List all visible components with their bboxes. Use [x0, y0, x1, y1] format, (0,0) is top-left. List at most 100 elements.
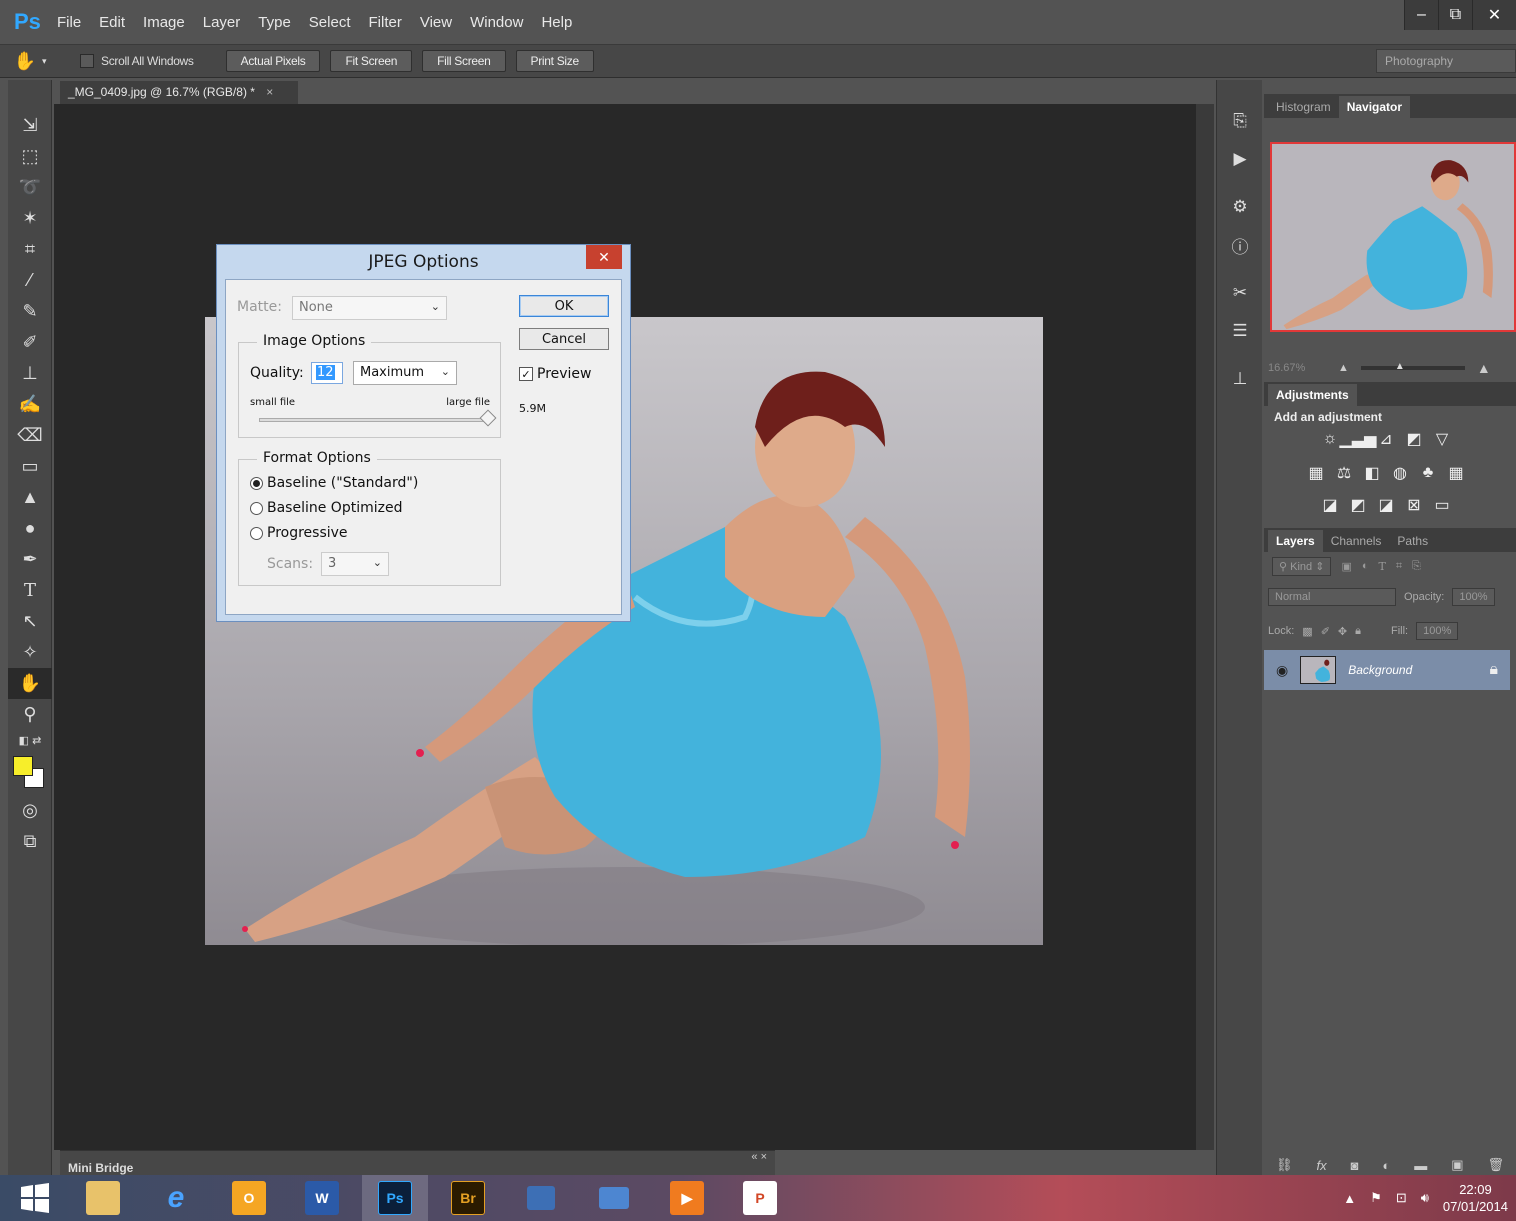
- lock-position-icon[interactable]: ✥: [1338, 625, 1347, 638]
- brush-panel-icon[interactable]: ✂: [1217, 274, 1263, 312]
- photo-filter-icon[interactable]: ◍: [1390, 464, 1410, 482]
- gradient-tool-icon[interactable]: ▭: [8, 451, 52, 482]
- foreground-color-swatch[interactable]: [13, 756, 33, 776]
- matte-select[interactable]: None ⌄: [292, 296, 447, 320]
- menu-help[interactable]: Help: [532, 14, 581, 31]
- delete-layer-icon[interactable]: 🗑︎: [1487, 1157, 1504, 1173]
- menu-filter[interactable]: Filter: [360, 14, 411, 31]
- close-document-icon[interactable]: ×: [266, 85, 273, 99]
- taskbar-powerpoint[interactable]: P: [727, 1175, 793, 1221]
- fill-screen-button[interactable]: Fill Screen: [422, 50, 506, 72]
- curves-icon[interactable]: ⊿: [1376, 430, 1396, 448]
- quality-input[interactable]: 12: [311, 362, 343, 384]
- hand-tool-icon[interactable]: ✋: [8, 668, 52, 699]
- navigator-zoom-value[interactable]: 16.67%: [1268, 362, 1338, 374]
- move-tool-icon[interactable]: ⇲: [8, 110, 52, 141]
- actions-panel-icon[interactable]: ▶: [1217, 140, 1263, 178]
- baseline-optimized-radio[interactable]: Baseline Optimized: [250, 500, 402, 516]
- taskbar-outlook[interactable]: O: [216, 1175, 282, 1221]
- taskbar-file-explorer[interactable]: [70, 1175, 136, 1221]
- lock-all-icon[interactable]: 🔒︎: [1355, 625, 1361, 638]
- clone-stamp-tool-icon[interactable]: ⊥: [8, 358, 52, 389]
- properties-panel-icon[interactable]: ⚙: [1217, 188, 1263, 226]
- history-brush-tool-icon[interactable]: ✍: [8, 389, 52, 420]
- new-layer-icon[interactable]: ▣: [1451, 1157, 1463, 1173]
- brightness-contrast-icon[interactable]: ☼: [1320, 430, 1340, 448]
- close-window-button[interactable]: ✕: [1472, 0, 1516, 30]
- menu-image[interactable]: Image: [134, 14, 194, 31]
- quality-preset-select[interactable]: Maximum ⌄: [353, 361, 457, 385]
- lock-transparent-icon[interactable]: ▩: [1302, 625, 1312, 638]
- quick-mask-icon[interactable]: ◎: [8, 795, 52, 826]
- menu-select[interactable]: Select: [300, 14, 360, 31]
- lock-image-icon[interactable]: ✐: [1321, 625, 1330, 638]
- menu-view[interactable]: View: [411, 14, 461, 31]
- baseline-standard-radio[interactable]: Baseline ("Standard"): [250, 475, 418, 491]
- dialog-close-button[interactable]: ✕: [586, 245, 622, 269]
- screen-mode-icon[interactable]: ⧉: [8, 826, 52, 857]
- taskbar-explorer-window[interactable]: [581, 1175, 647, 1221]
- taskbar-network[interactable]: [508, 1175, 574, 1221]
- new-group-icon[interactable]: ▬: [1414, 1158, 1427, 1173]
- mini-bridge-label[interactable]: Mini Bridge: [68, 1161, 133, 1175]
- restore-button[interactable]: ⧉: [1438, 0, 1472, 30]
- filter-type-icon[interactable]: T: [1379, 560, 1386, 573]
- show-hidden-icons-icon[interactable]: ▲: [1343, 1191, 1356, 1206]
- network-status-icon[interactable]: ⊡: [1396, 1190, 1407, 1206]
- gradient-map-icon[interactable]: ▭: [1432, 496, 1452, 514]
- add-mask-icon[interactable]: ◙: [1351, 1158, 1359, 1173]
- taskbar-photoshop[interactable]: Ps: [362, 1175, 428, 1221]
- taskbar-internet-explorer[interactable]: e: [143, 1175, 209, 1221]
- scroll-all-windows-option[interactable]: Scroll All Windows: [80, 54, 194, 68]
- tab-layers[interactable]: Layers: [1268, 530, 1323, 552]
- quality-slider-track[interactable]: [259, 409, 497, 427]
- swap-colors-icon[interactable]: ◧ ⇄: [8, 730, 52, 750]
- channel-mixer-icon[interactable]: ♣: [1418, 464, 1438, 482]
- hue-saturation-icon[interactable]: ▦: [1306, 464, 1326, 482]
- layer-kind-filter[interactable]: ⚲ Kind ⇕: [1272, 556, 1332, 576]
- clock[interactable]: 22:09 07/01/2014: [1443, 1181, 1508, 1215]
- healing-brush-tool-icon[interactable]: ✎: [8, 296, 52, 327]
- eyedropper-tool-icon[interactable]: ⁄: [8, 265, 52, 296]
- tab-channels[interactable]: Channels: [1323, 530, 1390, 552]
- blur-tool-icon[interactable]: ▲: [8, 482, 52, 513]
- scroll-all-windows-checkbox[interactable]: [80, 54, 94, 68]
- menu-layer[interactable]: Layer: [194, 14, 250, 31]
- shape-tool-icon[interactable]: ✧: [8, 637, 52, 668]
- type-tool-icon[interactable]: T: [8, 575, 52, 606]
- marquee-tool-icon[interactable]: ⬚: [8, 141, 52, 172]
- ok-button[interactable]: OK: [519, 295, 609, 317]
- dodge-tool-icon[interactable]: ●: [8, 513, 52, 544]
- menu-edit[interactable]: Edit: [90, 14, 134, 31]
- navigator-preview[interactable]: [1270, 142, 1516, 332]
- minimize-button[interactable]: –: [1404, 0, 1438, 30]
- preview-checkbox[interactable]: ✓ Preview: [519, 366, 592, 382]
- filter-shape-icon[interactable]: ⌗: [1396, 560, 1402, 573]
- start-button[interactable]: [0, 1175, 70, 1221]
- action-center-flag-icon[interactable]: ⚑: [1370, 1190, 1382, 1206]
- hand-tool-preset-icon[interactable]: ✋ ▾: [0, 51, 60, 72]
- zoom-out-icon[interactable]: ▲: [1338, 362, 1349, 374]
- filter-pixel-icon[interactable]: ▣: [1341, 560, 1351, 573]
- invert-icon[interactable]: ◪: [1320, 496, 1340, 514]
- lasso-tool-icon[interactable]: ➰: [8, 172, 52, 203]
- document-tab[interactable]: _MG_0409.jpg @ 16.7% (RGB/8) * ×: [60, 81, 298, 104]
- link-layers-icon[interactable]: ⛓: [1276, 1157, 1293, 1173]
- menu-type[interactable]: Type: [249, 14, 300, 31]
- menu-window[interactable]: Window: [461, 14, 532, 31]
- history-panel-icon[interactable]: ⎘: [1217, 102, 1263, 140]
- print-size-button[interactable]: Print Size: [515, 50, 594, 72]
- taskbar-media[interactable]: ▶: [654, 1175, 720, 1221]
- scans-select[interactable]: 3 ⌄: [321, 552, 389, 576]
- filter-smart-object-icon[interactable]: ⎘: [1412, 560, 1421, 573]
- posterize-icon[interactable]: ◩: [1348, 496, 1368, 514]
- zoom-tool-icon[interactable]: ⚲: [8, 699, 52, 730]
- levels-icon[interactable]: ▁▃▅: [1340, 430, 1377, 448]
- brush-tool-icon[interactable]: ✐: [8, 327, 52, 358]
- selective-color-icon[interactable]: ⊠: [1404, 496, 1424, 514]
- color-lookup-icon[interactable]: ▦: [1446, 464, 1466, 482]
- clone-source-panel-icon[interactable]: ⊥: [1217, 360, 1263, 398]
- canvas-vertical-scrollbar[interactable]: [1196, 104, 1214, 1150]
- pen-tool-icon[interactable]: ✒: [8, 544, 52, 575]
- crop-tool-icon[interactable]: ⌗: [8, 234, 52, 265]
